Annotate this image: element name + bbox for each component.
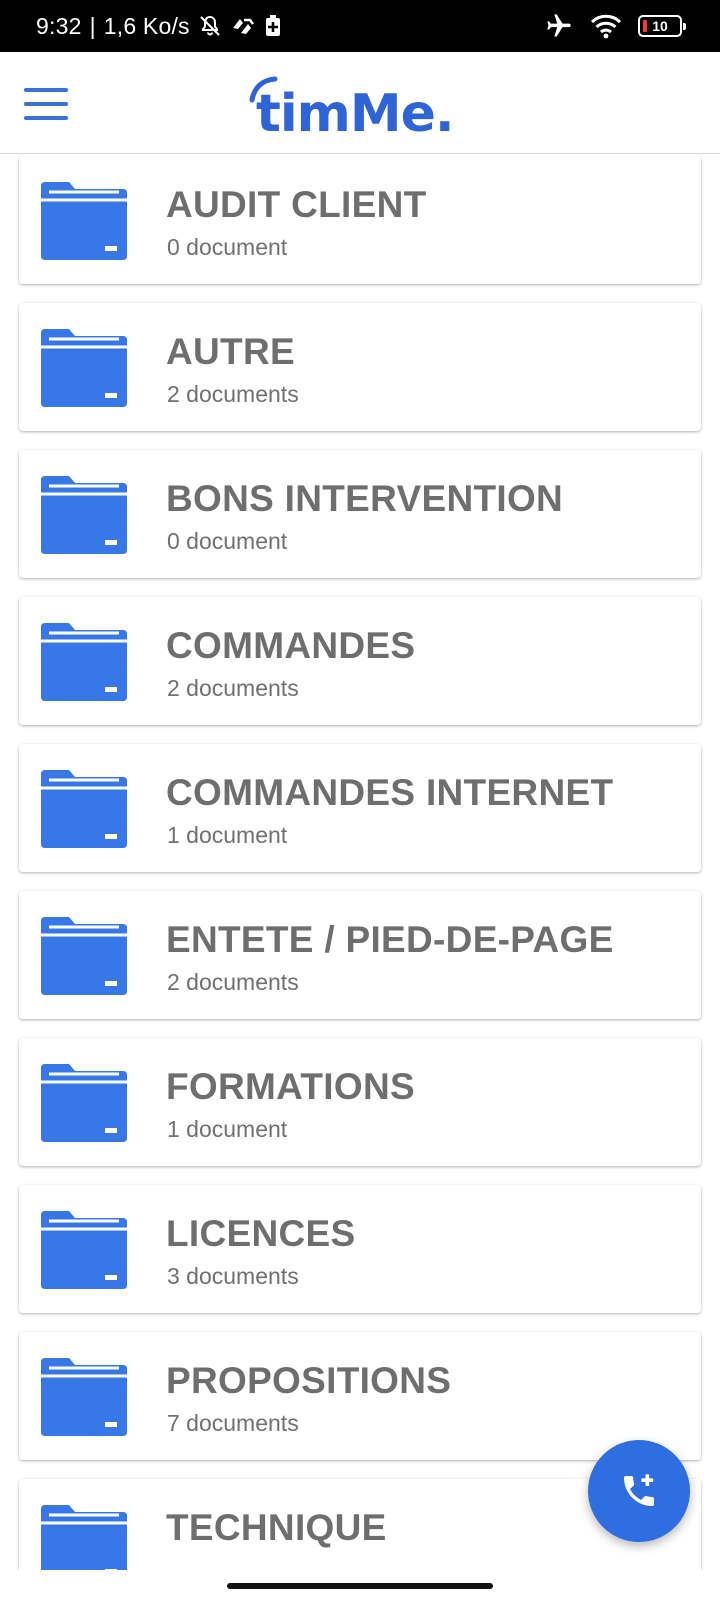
- add-call-button[interactable]: [588, 1440, 690, 1542]
- folder-card[interactable]: FORMATIONS 1 document: [19, 1038, 701, 1166]
- folder-icon: [41, 1358, 127, 1436]
- battery-icon: 10: [638, 15, 686, 37]
- folder-icon: [41, 770, 127, 848]
- document-count: 2 documents: [167, 969, 299, 995]
- folder-name: FORMATIONS: [166, 1066, 415, 1107]
- folder-name: BONS INTERVENTION: [166, 478, 564, 519]
- status-left: 9:32 | 1,6 Ko/s: [36, 13, 282, 40]
- airplane-icon: [547, 14, 571, 37]
- folder-icon: [41, 329, 127, 407]
- status-speed: 1,6 Ko/s: [103, 12, 190, 39]
- folder-name: TECHNIQUE: [166, 1507, 387, 1548]
- folder-card[interactable]: BONS INTERVENTION 0 document: [19, 450, 701, 578]
- folder-card[interactable]: AUDIT CLIENT 0 document: [19, 156, 701, 284]
- battery-saver-icon: [265, 15, 280, 36]
- app-bar: timMe.: [0, 52, 720, 154]
- folder-name: COMMANDES INTERNET: [166, 772, 614, 813]
- mute-icon: [200, 15, 220, 36]
- home-indicator[interactable]: [227, 1583, 493, 1589]
- logo-arc-icon: [249, 76, 278, 103]
- document-count: 0 document: [167, 234, 288, 260]
- wifi-icon: [590, 14, 622, 39]
- menu-line: [24, 116, 68, 120]
- document-count: 1 document: [167, 822, 288, 848]
- folder-name: PROPOSITIONS: [166, 1360, 452, 1401]
- folder-icon: [41, 1211, 127, 1289]
- app-logo: timMe.: [249, 70, 455, 144]
- hamburger-menu-icon[interactable]: [24, 88, 68, 120]
- battery-level: 10: [652, 18, 668, 34]
- folder-card[interactable]: LICENCES 3 documents: [19, 1185, 701, 1313]
- folder-icon: [41, 1064, 127, 1142]
- folder-name: COMMANDES: [166, 625, 416, 666]
- folder-name: AUTRE: [166, 331, 295, 372]
- menu-line: [24, 88, 68, 92]
- folder-icon: [41, 917, 127, 995]
- folder-icon: [41, 1505, 127, 1570]
- logo-text: timMe.: [256, 84, 455, 144]
- document-count: 3 documents: [167, 1263, 299, 1289]
- folder-name: AUDIT CLIENT: [166, 184, 427, 225]
- status-time: 9:32: [36, 12, 82, 39]
- folder-name: ENTETE / PIED-DE-PAGE: [166, 919, 614, 960]
- status-bar: 9:32 | 1,6 Ko/s 10: [0, 0, 720, 52]
- folder-card[interactable]: ENTETE / PIED-DE-PAGE 2 documents: [19, 891, 701, 1019]
- folder-card[interactable]: COMMANDES 2 documents: [19, 597, 701, 725]
- add-call-icon: [624, 1474, 654, 1506]
- document-count: 7 documents: [167, 1410, 299, 1436]
- folder-list: AUDIT CLIENT 0 document AUTRE 2 document…: [0, 156, 720, 1570]
- document-count: 0 document: [167, 528, 288, 554]
- folder-name: LICENCES: [166, 1213, 356, 1254]
- document-count: 1 document: [167, 1116, 288, 1142]
- status-right: 10: [544, 12, 686, 40]
- folder-card[interactable]: PROPOSITIONS 7 documents: [19, 1332, 701, 1460]
- folder-icon: [41, 182, 127, 260]
- sync-icon: [232, 18, 254, 34]
- document-count: 2 documents: [167, 381, 299, 407]
- folder-icon: [41, 623, 127, 701]
- document-count: 2 documents: [167, 675, 299, 701]
- folder-icon: [41, 476, 127, 554]
- status-separator: |: [89, 12, 96, 39]
- folder-card[interactable]: AUTRE 2 documents: [19, 303, 701, 431]
- folder-card[interactable]: COMMANDES INTERNET 1 document: [19, 744, 701, 872]
- menu-line: [24, 102, 68, 106]
